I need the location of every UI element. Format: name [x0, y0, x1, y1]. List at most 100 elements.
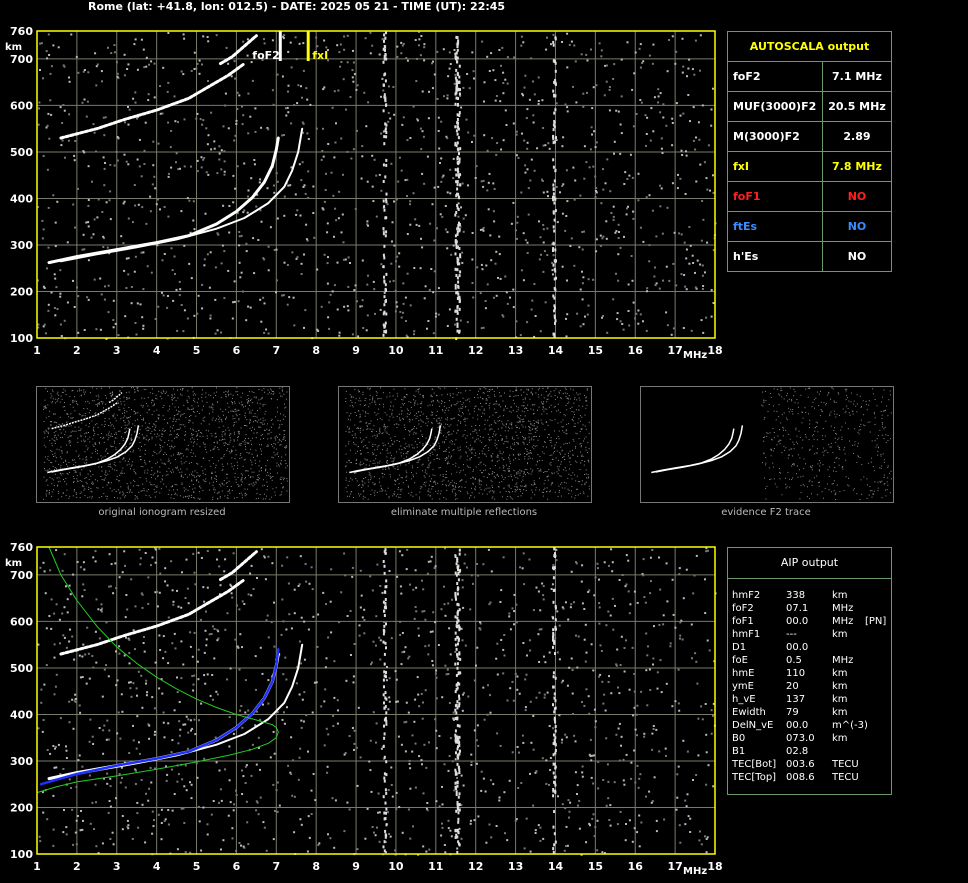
mini-noise-dot	[282, 390, 283, 392]
noise-dot	[302, 720, 305, 723]
mini-noise-dot	[109, 466, 111, 467]
noise-dot	[324, 688, 327, 691]
noise-dot	[372, 711, 375, 714]
noise-dot	[270, 621, 273, 624]
mini-noise-dot	[80, 428, 82, 430]
mini-noise-dot	[153, 424, 155, 426]
mini-noise-dot	[133, 471, 135, 473]
mini-noise-dot	[143, 488, 145, 490]
interference-dot	[384, 598, 387, 601]
noise-dot	[513, 623, 515, 626]
mini-noise-dot	[192, 422, 194, 424]
noise-dot	[472, 582, 474, 585]
mini-noise-dot	[269, 475, 271, 477]
noise-dot	[573, 601, 575, 604]
x-tick-label: 3	[113, 860, 121, 873]
noise-dot	[62, 634, 65, 637]
noise-dot	[249, 572, 252, 575]
noise-dot	[625, 753, 628, 756]
noise-dot	[376, 826, 378, 829]
noise-dot	[645, 669, 648, 672]
mini-noise-dot	[213, 463, 215, 465]
mini-noise-dot	[120, 403, 122, 405]
noise-dot	[479, 628, 482, 631]
noise-dot	[74, 693, 77, 696]
noise-dot	[135, 769, 137, 772]
interference-dot	[385, 711, 388, 715]
noise-dot	[523, 583, 526, 586]
mini-noise-dot	[77, 441, 79, 443]
mini-noise-dot	[85, 424, 87, 426]
mini-noise-dot	[226, 473, 228, 475]
mini-noise-dot	[239, 457, 241, 459]
mini-noise-dot	[164, 452, 166, 454]
mini-noise-dot	[146, 472, 148, 474]
mini-noise-dot	[184, 474, 186, 475]
noise-dot	[434, 621, 437, 624]
noise-dot	[255, 763, 258, 766]
mini-noise-dot	[155, 425, 157, 427]
noise-dot	[227, 814, 230, 817]
noise-dot	[415, 586, 418, 589]
noise-dot	[432, 611, 435, 614]
interference-dot	[457, 578, 460, 582]
mini-noise-dot	[112, 394, 113, 396]
noise-dot	[311, 711, 314, 714]
noise-dot	[162, 657, 165, 660]
noise-dot	[131, 838, 134, 840]
mini-noise-dot	[133, 469, 135, 471]
mini-noise-dot	[178, 418, 180, 420]
mini-noise-dot	[219, 417, 221, 419]
mini-noise-dot	[63, 429, 65, 431]
y-tick-label: 760	[10, 541, 33, 554]
noise-dot	[524, 709, 527, 712]
noise-dot	[404, 750, 407, 753]
noise-dot	[95, 661, 98, 664]
noise-dot	[190, 729, 192, 732]
mini-noise-dot	[262, 424, 264, 425]
noise-dot	[228, 779, 231, 782]
mini-noise-dot	[191, 433, 192, 435]
noise-dot	[73, 658, 76, 661]
noise-dot	[153, 819, 155, 822]
noise-dot	[327, 636, 330, 639]
mini-noise-dot	[104, 473, 106, 475]
interference-dot	[458, 792, 461, 796]
noise-dot	[68, 640, 71, 643]
mini-noise-dot	[121, 436, 122, 438]
mini-noise-dot	[180, 388, 181, 390]
noise-dot	[535, 696, 538, 699]
noise-dot	[581, 765, 584, 768]
noise-dot	[677, 702, 680, 705]
mini-noise-dot	[267, 393, 269, 395]
noise-dot	[69, 628, 71, 631]
mini-noise-dot	[48, 428, 50, 430]
mini-noise-dot	[276, 399, 278, 401]
mini-noise-dot	[69, 440, 71, 442]
mini-noise-dot	[83, 439, 85, 441]
mini-noise-dot	[223, 445, 225, 447]
mini-noise-dot	[268, 433, 270, 435]
noise-dot	[660, 691, 663, 694]
mini-noise-dot	[96, 404, 98, 406]
mini-noise-dot	[129, 490, 131, 492]
noise-dot	[552, 727, 555, 730]
mini-noise-dot	[213, 442, 215, 444]
interference-dot	[455, 833, 458, 837]
mini-noise-dot	[46, 470, 48, 472]
mini-noise-dot	[167, 410, 169, 412]
noise-dot	[91, 735, 94, 738]
noise-dot	[285, 628, 288, 631]
mini-noise-dot	[91, 497, 93, 499]
noise-dot	[71, 635, 74, 638]
noise-dot	[390, 766, 393, 769]
mini-noise-dot	[132, 451, 134, 453]
noise-dot	[222, 839, 225, 842]
mini-noise-dot	[90, 488, 92, 489]
mini-noise-dot	[212, 409, 214, 411]
noise-dot	[611, 561, 614, 564]
interference-dot	[456, 747, 459, 751]
noise-dot	[177, 742, 180, 745]
mini-noise-dot	[247, 470, 249, 472]
noise-dot	[456, 847, 459, 850]
